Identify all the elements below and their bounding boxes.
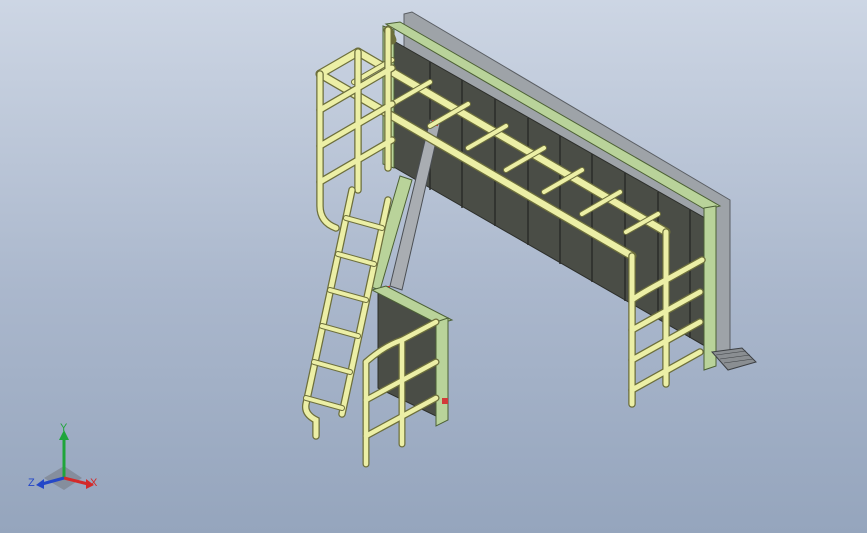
coordinate-triad[interactable]: Y X Z — [28, 422, 98, 490]
left-railing-cage[interactable] — [316, 26, 396, 232]
ladder-rung — [320, 324, 360, 338]
triad-x-label: X — [90, 477, 98, 489]
model-canvas[interactable]: Y X Z — [0, 0, 867, 533]
ladder-rung — [304, 396, 344, 410]
ladder-rung — [336, 252, 376, 266]
cad-viewport[interactable]: Y X Z — [0, 0, 867, 533]
right-frame-post — [703, 205, 717, 371]
lower-panel-assembly[interactable] — [370, 285, 454, 427]
ladder-rung — [328, 288, 368, 302]
lower-panel-frame-right — [435, 317, 449, 427]
triad-y-label: Y — [60, 422, 68, 434]
access-ladder[interactable] — [301, 186, 392, 440]
floor-grating — [711, 347, 757, 371]
ladder-rung — [344, 216, 384, 230]
triad-z-arrow-icon — [36, 479, 44, 489]
ladder-rung — [312, 360, 352, 374]
triad-z-label: Z — [28, 477, 35, 489]
lower-panel-marker — [442, 398, 448, 404]
cage-post-front — [317, 71, 339, 231]
